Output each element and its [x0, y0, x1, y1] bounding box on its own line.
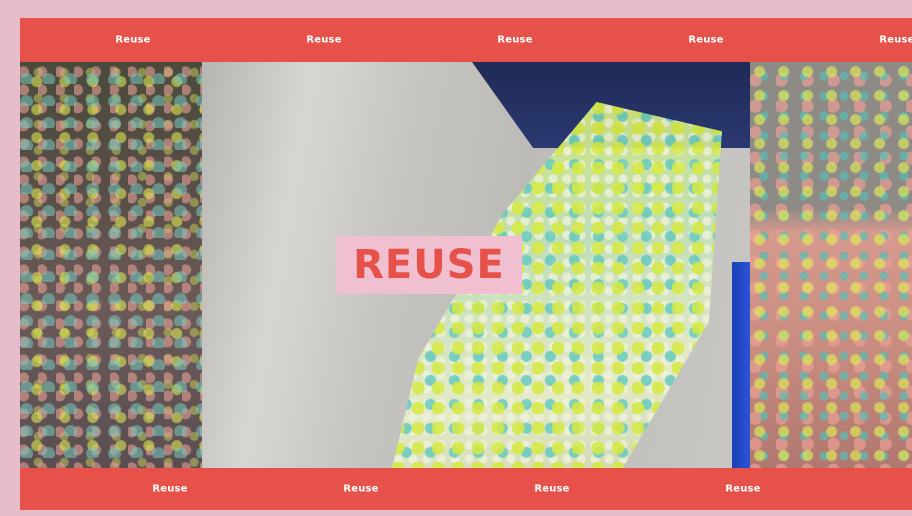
ticker-word: Reuse: [343, 483, 379, 495]
top-ticker-banner: Reuse Reuse Reuse Reuse Reuse: [20, 18, 912, 62]
ticker-word: Reuse: [115, 34, 151, 46]
plastic-flakes-image-right: [750, 62, 912, 468]
ticker-word: Reuse: [306, 34, 342, 46]
ticker-word: Reuse: [534, 483, 570, 495]
video-frame: Reuse Reuse Reuse Reuse Reuse REUSE Reus…: [0, 0, 912, 516]
blue-bin-edge: [732, 262, 750, 468]
title-box: REUSE: [336, 236, 522, 294]
ticker-word: Reuse: [497, 34, 533, 46]
ticker-word: Reuse: [688, 34, 724, 46]
bottom-ticker-banner: Reuse Reuse Reuse Reuse: [20, 468, 912, 510]
video-stage: Reuse Reuse Reuse Reuse Reuse REUSE Reus…: [20, 18, 912, 510]
plastic-flakes-image-left: [20, 62, 202, 468]
title-text: REUSE: [353, 242, 505, 288]
ticker-word: Reuse: [152, 483, 188, 495]
ticker-word: Reuse: [725, 483, 761, 495]
ticker-word: Reuse: [879, 34, 912, 46]
